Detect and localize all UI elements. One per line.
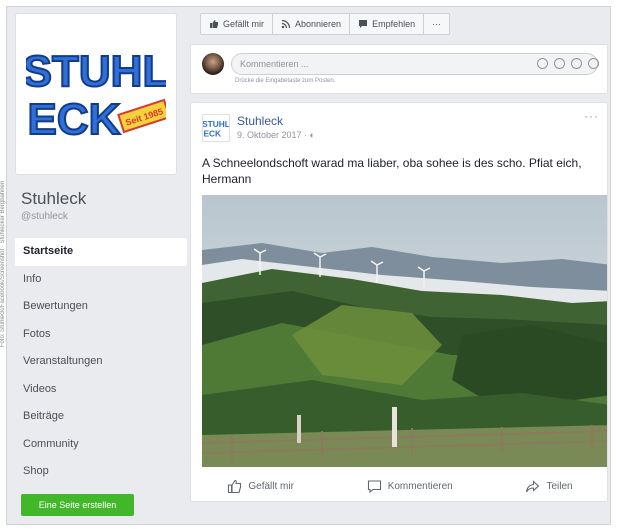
nav-item-videos[interactable]: Videos [15, 376, 187, 404]
post-author-avatar[interactable]: STUHL ECK [202, 114, 230, 142]
nav-item-info[interactable]: Info [15, 266, 187, 294]
page-action-bar: Gefällt mir Abonnieren Empfehlen ··· [200, 13, 451, 35]
more-actions-label: ··· [432, 19, 442, 29]
composer-icon-group [537, 58, 599, 69]
emoji-icon[interactable] [537, 58, 548, 69]
facebook-page-window: STUHL ECK Seit 1985 Stuhleck @stuhleck S… [6, 6, 611, 525]
like-page-label: Gefällt mir [223, 19, 265, 29]
page-handle: @stuhleck [21, 211, 68, 222]
speech-bubble-icon [359, 20, 368, 28]
sticker-icon[interactable] [588, 58, 599, 69]
logo-text-top: STUHL [26, 47, 166, 96]
stuhleck-logo-icon: STUHL ECK Seit 1985 [26, 40, 166, 150]
post-text: A Schneelondschoft warad ma liaber, oba … [202, 156, 582, 186]
gif-icon[interactable] [571, 58, 582, 69]
post-comment-button[interactable]: Kommentieren [367, 479, 453, 494]
nav-item-startseite[interactable]: Startseite [15, 238, 187, 266]
post-like-label: Gefällt mir [248, 480, 294, 492]
post-comment-label: Kommentieren [387, 480, 453, 492]
avatar[interactable] [202, 53, 224, 75]
thumbs-up-icon [228, 479, 242, 493]
post-action-row: Gefällt mir Kommentieren Teilen [191, 471, 607, 501]
recommend-label: Empfehlen [372, 19, 416, 29]
right-column: Gefällt mir Abonnieren Empfehlen ··· Kom… [190, 7, 610, 502]
page-nav: Startseite Info Bewertungen Fotos Verans… [15, 238, 187, 486]
nav-item-fotos[interactable]: Fotos [15, 321, 187, 349]
like-page-button[interactable]: Gefällt mir [201, 14, 274, 34]
nav-item-bewertungen[interactable]: Bewertungen [15, 293, 187, 321]
comment-bubble-icon [367, 479, 381, 493]
follow-label: Abonnieren [295, 19, 342, 29]
post-avatar-logo-bottom: ECK [203, 128, 221, 138]
page-title[interactable]: Stuhleck [15, 189, 187, 209]
nav-item-veranstaltungen[interactable]: Veranstaltungen [15, 348, 187, 376]
post-like-button[interactable]: Gefällt mir [227, 479, 294, 494]
nav-item-shop[interactable]: Shop [15, 458, 187, 486]
create-page-button[interactable]: Eine Seite erstellen [21, 493, 134, 516]
thumbs-up-icon [210, 20, 218, 28]
more-actions-button[interactable]: ··· [424, 14, 449, 34]
post-card: STUHL ECK Stuhleck 9. Oktober 2017 · ◐ ·… [190, 102, 608, 502]
logo-text-bottom: ECK [28, 95, 121, 144]
rss-icon [281, 19, 291, 29]
left-column: STUHL ECK Seit 1985 Stuhleck @stuhleck S… [15, 13, 187, 516]
nav-item-community[interactable]: Community [15, 431, 187, 459]
post-share-label: Teilen [546, 480, 573, 492]
profile-picture[interactable]: STUHL ECK Seit 1985 [15, 13, 177, 175]
post-photo[interactable] [202, 195, 608, 467]
recommend-button[interactable]: Empfehlen [350, 14, 425, 34]
share-arrow-icon [526, 479, 540, 492]
post-timestamp[interactable]: 9. Oktober 2017 · ◐ [237, 130, 315, 140]
follow-button[interactable]: Abonnieren [273, 14, 351, 34]
post-options-button[interactable]: ··· [584, 109, 599, 123]
post-share-button[interactable]: Teilen [525, 479, 573, 494]
post-author-link[interactable]: Stuhleck [237, 114, 283, 128]
nav-item-beitraege[interactable]: Beiträge [15, 403, 187, 431]
comment-composer: Kommentieren ... Drücke die Eingabetaste… [190, 44, 608, 94]
camera-icon[interactable] [554, 58, 565, 69]
composer-hint: Drücke die Eingabetaste zum Posten. [235, 78, 336, 84]
